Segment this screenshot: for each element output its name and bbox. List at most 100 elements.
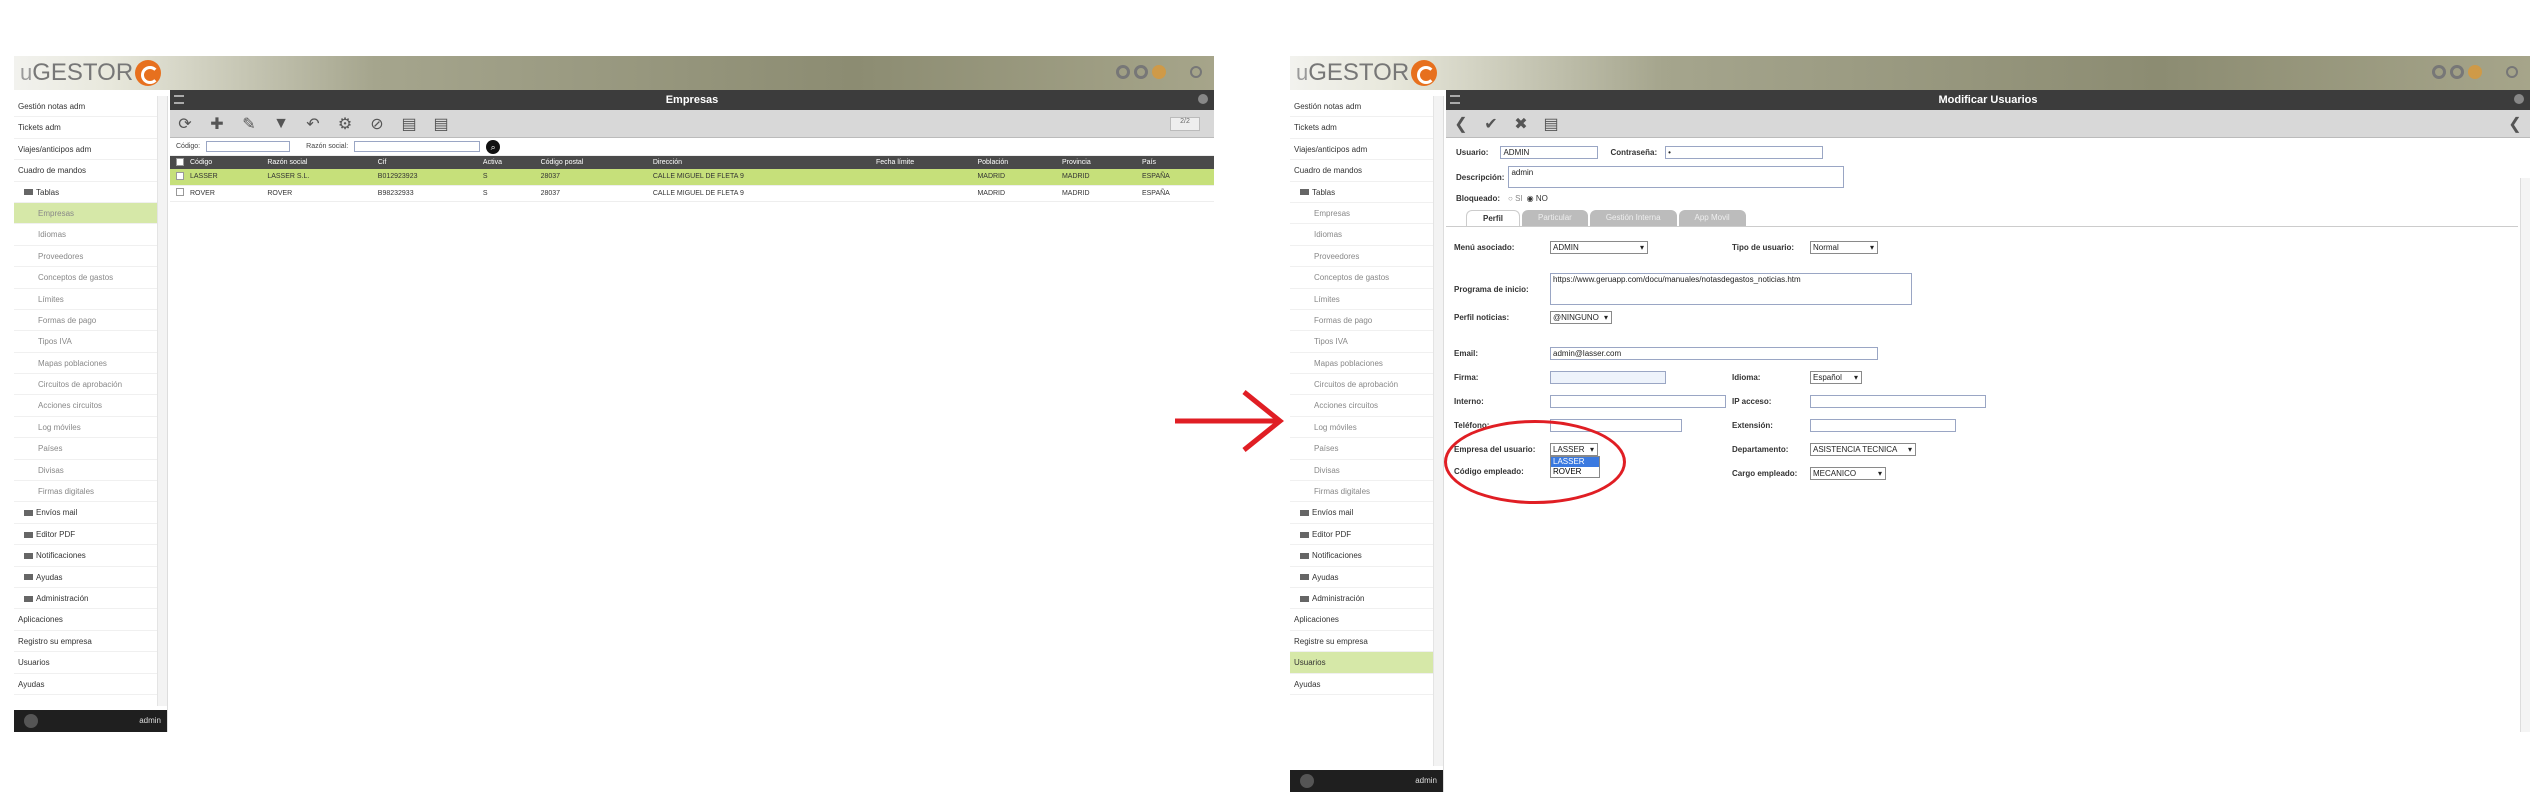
bloqueado-no-radio[interactable]: ◉ NO: [1527, 194, 1548, 203]
sidebar-item-formas-de-pago[interactable]: Formas de pago: [1290, 310, 1433, 332]
tab-gestion-interna[interactable]: Gestión Interna: [1589, 210, 1677, 226]
column-header-codigo-postal[interactable]: Código postal: [534, 156, 647, 169]
codigo-input[interactable]: [206, 141, 291, 152]
search-icon[interactable]: ⌕: [486, 139, 501, 154]
sidebar-item-notificaciones[interactable]: Notificaciones: [1290, 545, 1433, 567]
sidebar-item-cuadro-de-mandos[interactable]: Cuadro de mandos: [14, 160, 157, 182]
tab-particular[interactable]: Particular: [1522, 210, 1588, 226]
add-icon[interactable]: ✚: [208, 114, 226, 134]
tipo-select[interactable]: Normal ▾: [1810, 241, 1878, 254]
power-icon[interactable]: [2506, 66, 2518, 78]
sidebar-item-mapas-poblaciones[interactable]: Mapas poblaciones: [14, 353, 157, 375]
tab-app-movil[interactable]: App Movil: [1678, 210, 1746, 226]
gear-icon[interactable]: [2468, 65, 2482, 79]
document-icon[interactable]: ▤: [1542, 114, 1560, 134]
cargo-select[interactable]: MECANICO ▾: [1810, 467, 1886, 480]
sidebar-item-ayudas[interactable]: Ayudas: [1290, 567, 1433, 588]
menu-select[interactable]: ADMIN ▾: [1550, 241, 1648, 254]
sidebar-scrollbar[interactable]: [1433, 96, 1443, 766]
sidebar-item-cuadro-de-mandos[interactable]: Cuadro de mandos: [1290, 160, 1433, 182]
column-header-provincia[interactable]: Provincia: [1055, 156, 1136, 169]
collapse-icon[interactable]: ❮: [2506, 114, 2524, 134]
gear-icon[interactable]: [1134, 65, 1148, 79]
sidebar-item-idiomas[interactable]: Idiomas: [1290, 224, 1433, 246]
gear-icon[interactable]: [2450, 65, 2464, 79]
select-all[interactable]: [170, 156, 184, 169]
sidebar-item-log-moviles[interactable]: Log móviles: [1290, 417, 1433, 439]
sidebar-item-circuitos-de-aprobacion[interactable]: Circuitos de aprobación: [1290, 374, 1433, 396]
departamento-select[interactable]: ASISTENCIA TECNICA ▾: [1810, 443, 1916, 456]
attach-icon[interactable]: ⊘: [368, 114, 386, 134]
settings-icon[interactable]: ⚙: [336, 114, 354, 134]
sidebar-item-empresas[interactable]: Empresas: [14, 202, 157, 225]
sidebar-item-firmas-digitales[interactable]: Firmas digitales: [14, 481, 157, 503]
sidebar-item-viajes-anticipos-adm[interactable]: Viajes/anticipos adm: [1290, 139, 1433, 161]
column-header-cif[interactable]: Cif: [371, 156, 477, 169]
sidebar-scrollbar[interactable]: [157, 96, 167, 706]
menu-icon[interactable]: [174, 95, 184, 104]
sidebar-item-conceptos-de-gastos[interactable]: Conceptos de gastos: [14, 267, 157, 289]
sidebar-item-firmas-digitales[interactable]: Firmas digitales: [1290, 481, 1433, 503]
menu-icon[interactable]: [1450, 95, 1460, 104]
cancel-icon[interactable]: ✖: [1512, 114, 1530, 134]
programa-textarea[interactable]: https://www.geruapp.com/docu/manuales/no…: [1550, 273, 1912, 305]
sidebar-item-circuitos-de-aprobacion[interactable]: Circuitos de aprobación: [14, 374, 157, 396]
refresh-icon[interactable]: ⟳: [176, 114, 194, 134]
sidebar-item-acciones-circuitos[interactable]: Acciones circuitos: [14, 395, 157, 417]
sidebar-item-tipos-iva[interactable]: Tipos IVA: [1290, 331, 1433, 353]
document-icon[interactable]: ▤: [400, 114, 418, 134]
descripcion-textarea[interactable]: admin: [1508, 166, 1845, 188]
email-input[interactable]: admin@lasser.com: [1550, 347, 1878, 360]
edit-icon[interactable]: ✎: [240, 114, 258, 134]
column-header-fecha-limite[interactable]: Fecha límite: [869, 156, 972, 169]
firma-input[interactable]: [1550, 371, 1666, 384]
sidebar-item-viajes-anticipos-adm[interactable]: Viajes/anticipos adm: [14, 139, 157, 161]
sidebar-item-tablas[interactable]: Tablas: [14, 182, 157, 203]
sidebar-item-aplicaciones[interactable]: Aplicaciones: [1290, 609, 1433, 631]
sidebar-item-tablas[interactable]: Tablas: [1290, 182, 1433, 203]
table-row[interactable]: ROVER ROVER B98232933 S 28037 CALLE MIGUEL DE…: [170, 185, 1214, 202]
pin-icon[interactable]: [2514, 94, 2524, 104]
sidebar-item-gestion-notas-adm[interactable]: Gestión notas adm: [14, 96, 157, 118]
table-row[interactable]: LASSER LASSER S.L. B012923923 S 28037 CALLE M…: [170, 169, 1214, 186]
column-header-activa[interactable]: Activa: [476, 156, 535, 169]
undo-icon[interactable]: ↶: [304, 114, 322, 134]
accept-icon[interactable]: ✔: [1482, 114, 1500, 134]
sidebar-item-paises[interactable]: Países: [14, 438, 157, 460]
sidebar-item-administracion[interactable]: Administración: [1290, 588, 1433, 610]
interno-input[interactable]: [1550, 395, 1726, 408]
sidebar-item-mapas-poblaciones[interactable]: Mapas poblaciones: [1290, 353, 1433, 375]
sidebar-item-acciones-circuitos[interactable]: Acciones circuitos: [1290, 395, 1433, 417]
sidebar-item-editor-pdf[interactable]: Editor PDF: [1290, 524, 1433, 546]
gear-icon[interactable]: [2432, 65, 2446, 79]
sidebar-item-aplicaciones[interactable]: Aplicaciones: [14, 609, 157, 631]
sidebar-item-tickets-adm[interactable]: Tickets adm: [14, 117, 157, 139]
contrasena-input[interactable]: •: [1665, 146, 1824, 159]
form-scrollbar[interactable]: [2520, 178, 2530, 732]
column-header-codigo[interactable]: Código: [184, 156, 262, 169]
sidebar-item-limites[interactable]: Límites: [1290, 289, 1433, 310]
sidebar-item-ayudas[interactable]: Ayudas: [1290, 674, 1433, 695]
row-checkbox[interactable]: [170, 185, 184, 202]
sidebar-item-administracion[interactable]: Administración: [14, 588, 157, 610]
column-header-razon-social[interactable]: Razón social: [261, 156, 372, 169]
gear-icon[interactable]: [1116, 65, 1130, 79]
sidebar-item-formas-de-pago[interactable]: Formas de pago: [14, 310, 157, 332]
sidebar-item-notificaciones[interactable]: Notificaciones: [14, 545, 157, 567]
sidebar-item-divisas[interactable]: Divisas: [1290, 460, 1433, 482]
sidebar-item-envios-mail[interactable]: Envíos mail: [14, 502, 157, 524]
perfil-select[interactable]: @NINGUNO ▾: [1550, 311, 1612, 324]
idioma-select[interactable]: Español ▾: [1810, 371, 1862, 384]
sidebar-item-usuarios[interactable]: Usuarios: [14, 652, 157, 674]
back-icon[interactable]: ❮: [1452, 114, 1470, 134]
sidebar-item-idiomas[interactable]: Idiomas: [14, 224, 157, 246]
column-header-poblacion[interactable]: Población: [971, 156, 1056, 169]
row-checkbox[interactable]: [170, 169, 184, 186]
sidebar-item-ayudas[interactable]: Ayudas: [14, 674, 157, 695]
extension-input[interactable]: [1810, 419, 1956, 432]
sidebar-item-gestion-notas-adm[interactable]: Gestión notas adm: [1290, 96, 1433, 118]
razon-input[interactable]: [354, 141, 481, 152]
sidebar-item-divisas[interactable]: Divisas: [14, 460, 157, 482]
ip-input[interactable]: [1810, 395, 1986, 408]
sidebar-item-proveedores[interactable]: Proveedores: [14, 246, 157, 268]
